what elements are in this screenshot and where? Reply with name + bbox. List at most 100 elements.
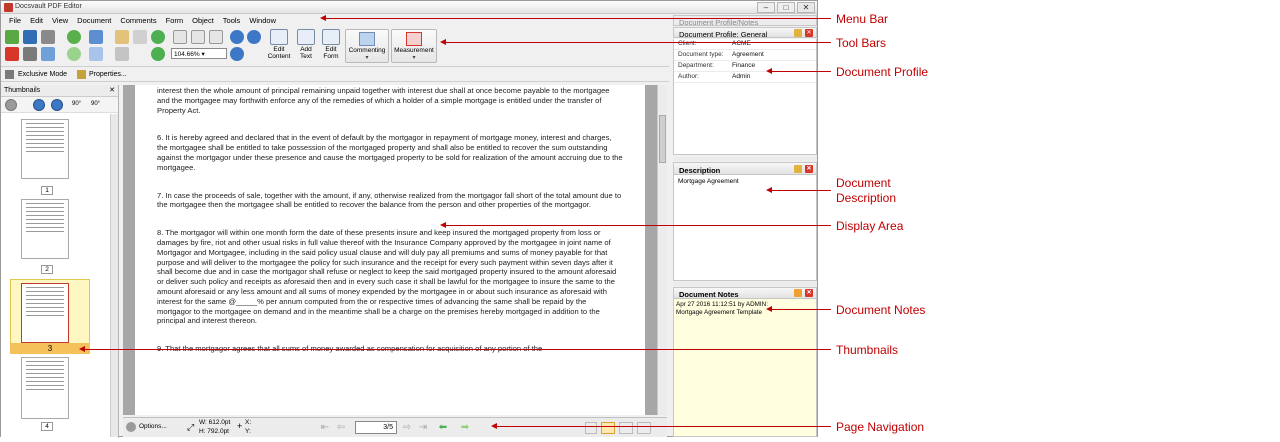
facing-view-icon[interactable] [619,422,633,434]
redo-icon[interactable] [89,47,103,61]
actual-size-icon[interactable] [173,30,187,44]
tool-bars-pointer [445,42,831,43]
add-note-icon[interactable] [794,289,802,297]
print-icon[interactable] [23,47,37,61]
close-icon[interactable]: ✕ [805,29,813,37]
menu-edit[interactable]: Edit [26,14,48,27]
description-text: Mortgage Agreement [678,178,739,185]
menu-window[interactable]: Window [245,14,281,27]
thumbnails-header: Thumbnails ✕ [1,85,118,97]
select-tool-icon[interactable] [133,30,147,44]
thumb-zoom-out-icon[interactable] [51,99,63,111]
thumbnail-page-4[interactable] [21,357,69,419]
thumbnails-pointer [84,349,831,350]
close-icon[interactable]: ✕ [805,289,813,297]
minimize-button[interactable]: – [757,2,775,13]
menu-form[interactable]: Form [162,14,189,27]
last-page-icon[interactable]: ⇥ [417,422,429,434]
properties-button[interactable]: Properties... [89,71,127,78]
next-page-icon[interactable]: ⇨ [401,422,413,434]
nav-forward-icon[interactable]: ➡ [459,422,471,434]
zoom-in-icon[interactable] [230,47,244,61]
add-text-icon [297,29,315,45]
undo-icon[interactable] [89,30,103,44]
zoom-select[interactable]: 104.66% ▾ [171,48,227,59]
save-icon[interactable] [23,30,37,44]
rotate-ccw-icon[interactable] [151,47,165,61]
profile-header: Document Profile: General ✕ [673,27,817,39]
tool-bars: 104.66% ▾ Edit Content Add Text Edit For… [1,27,669,67]
continuous-view-icon[interactable] [601,422,615,434]
menu-view[interactable]: View [48,14,73,27]
snapshot-icon[interactable] [115,47,129,61]
document-description-arrowhead [766,187,772,193]
nav-back-icon[interactable]: ⬅ [437,422,449,434]
properties-icon [77,70,86,79]
note-text: Mortgage Agreement Template [676,309,762,316]
previous-page-icon[interactable]: ⇦ [335,422,347,434]
menu-document[interactable]: Document [73,14,116,27]
back-icon[interactable] [67,30,81,44]
scan-icon[interactable] [41,30,55,44]
profile-value: Agreement [732,51,764,58]
email-icon[interactable] [41,47,55,61]
page-height: H: 792.0pt [199,428,229,435]
close-icon[interactable]: ✕ [109,86,115,94]
edit-content-icon [270,29,288,45]
chevron-down-icon: ▾ [412,55,416,61]
add-text-button[interactable]: Add Text [295,29,317,60]
edit-form-button[interactable]: Edit Form [319,29,343,60]
thumbnails-title: Thumbnails [4,87,41,94]
close-doc-icon[interactable] [5,47,19,61]
forward-icon[interactable] [67,47,81,61]
hand-tool-icon[interactable] [115,30,129,44]
zoom-value: 104.66% [174,51,200,58]
maximize-button[interactable]: □ [777,2,795,13]
page-number-input[interactable]: 3/5 [355,421,397,434]
continuous-facing-view-icon[interactable] [637,422,651,434]
new-icon[interactable] [5,30,19,44]
edit-icon[interactable] [794,29,802,37]
menu-object[interactable]: Object [188,14,219,27]
commenting-dropdown[interactable]: Commenting ▾ [345,29,389,63]
document-notes-pointer [771,309,831,310]
panel-splitter[interactable] [673,157,817,161]
zoom-out-icon[interactable] [230,30,244,44]
thumb-options-icon[interactable] [5,99,17,111]
menu-comments[interactable]: Comments [116,14,161,27]
add-text-label: Add Text [300,46,312,60]
document-scrollbar[interactable] [657,85,667,415]
thumb-zoom-in-icon[interactable] [33,99,45,111]
menu-file[interactable]: File [5,14,26,27]
thumbnail-page-1[interactable] [21,119,69,179]
scroll-thumb[interactable] [659,115,666,163]
thumbnail-page-2[interactable] [21,199,69,259]
rotate-right-button[interactable]: 90° [91,101,100,107]
fit-width-icon[interactable] [209,30,223,44]
thumbnail-page-3[interactable] [21,283,69,343]
zoom-in-alt-icon[interactable] [247,30,261,44]
notes-body[interactable]: Apr 27 2016 11:12:51 by ADMIN: Mortgage … [673,299,817,437]
display-area[interactable]: interest then the whole amount of princi… [123,85,667,415]
fit-page-icon[interactable] [191,30,205,44]
single-page-view-icon[interactable] [585,422,597,434]
profile-subtitle: Document Profile: General [679,30,768,39]
edit-content-button[interactable]: Edit Content [264,29,294,60]
options-button[interactable]: Options... [139,423,167,430]
commenting-icon [359,32,375,46]
annotation-menu-bar: Menu Bar [836,12,889,26]
close-button[interactable]: ✕ [797,2,815,13]
measurement-dropdown[interactable]: Measurement ▾ [391,29,437,63]
exclusive-mode-button[interactable]: Exclusive Mode [18,71,67,78]
close-icon[interactable]: ✕ [805,165,813,173]
menu-tools[interactable]: Tools [219,14,246,27]
rotate-cw-icon[interactable] [151,30,165,44]
panel-splitter[interactable] [673,282,817,286]
edit-icon[interactable] [794,165,802,173]
y-coordinate: Y: [245,428,251,435]
thumbnails-scrollbar[interactable] [110,114,118,437]
annotation-tool-bars: Tool Bars [836,36,887,50]
annotation-display-area: Display Area [836,219,904,233]
first-page-icon[interactable]: ⇤ [319,422,331,434]
rotate-left-button[interactable]: 90° [72,101,81,107]
